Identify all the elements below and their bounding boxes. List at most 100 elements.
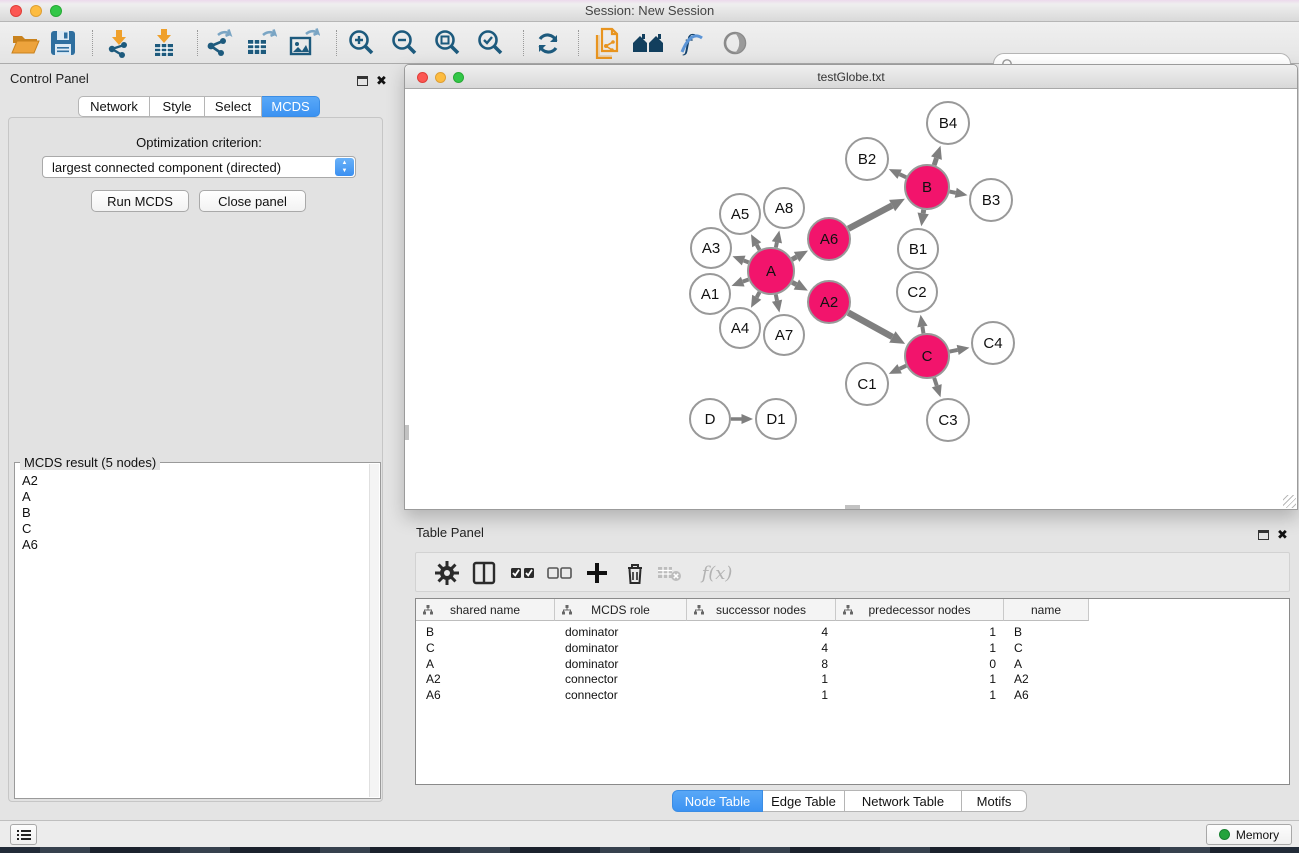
- optimization-criterion-select[interactable]: largest connected component (directed) ▲…: [42, 156, 356, 178]
- table-cell[interactable]: 1: [687, 671, 836, 687]
- edge-A2-C[interactable]: [848, 313, 892, 337]
- table-cell[interactable]: A: [416, 656, 555, 672]
- edge-B-B3[interactable]: [950, 192, 956, 193]
- add-column-icon[interactable]: [581, 557, 613, 589]
- edge-A6-B[interactable]: [848, 206, 892, 229]
- control-panel-float-icon[interactable]: [357, 73, 368, 91]
- tab-node-table[interactable]: Node Table: [672, 790, 763, 812]
- delete-column-icon[interactable]: [619, 557, 651, 589]
- edge-C-C2[interactable]: [922, 327, 923, 334]
- result-list-item[interactable]: A: [22, 489, 369, 505]
- network-canvas[interactable]: B4B2BB3A8A5A6A3B1AC2A1A2A4A7C4CC1DD1C3: [405, 89, 1297, 509]
- result-list-item[interactable]: B: [22, 505, 369, 521]
- vertical-scroll-nub[interactable]: [405, 425, 409, 440]
- network-window-titlebar[interactable]: testGlobe.txt: [405, 65, 1297, 89]
- edge-A-A3[interactable]: [744, 261, 749, 263]
- delete-table-icon[interactable]: [654, 557, 686, 589]
- new-network-from-selection-icon[interactable]: [590, 27, 624, 59]
- tab-style[interactable]: Style: [150, 96, 205, 117]
- eye-icon[interactable]: [718, 27, 752, 59]
- zoom-out-icon[interactable]: [387, 27, 421, 59]
- column-header-successor-nodes[interactable]: successor nodes: [687, 599, 836, 621]
- table-cell[interactable]: 8: [687, 656, 836, 672]
- table-cell[interactable]: 1: [836, 671, 1004, 687]
- refresh-layout-icon[interactable]: [531, 27, 565, 59]
- select-all-icon[interactable]: [507, 557, 539, 589]
- export-table-icon[interactable]: [244, 27, 278, 59]
- table-cell[interactable]: 4: [687, 624, 836, 640]
- table-cell[interactable]: connector: [555, 671, 687, 687]
- result-list-item[interactable]: A6: [22, 537, 369, 553]
- edge-A-A8[interactable]: [776, 242, 777, 247]
- table-panel-float-icon[interactable]: [1258, 527, 1269, 545]
- table-cell[interactable]: dominator: [555, 640, 687, 656]
- edge-B-B4[interactable]: [934, 158, 936, 165]
- window-resize-grip[interactable]: [1283, 495, 1296, 508]
- zoom-fit-icon[interactable]: [430, 27, 464, 59]
- tab-select[interactable]: Select: [205, 96, 262, 117]
- deselect-all-icon[interactable]: [544, 557, 576, 589]
- zoom-selected-icon[interactable]: [473, 27, 507, 59]
- edge-C-C4[interactable]: [950, 350, 958, 352]
- table-cell[interactable]: C: [1004, 640, 1089, 656]
- table-cell[interactable]: A6: [416, 687, 555, 703]
- edge-A-A2[interactable]: [792, 282, 796, 284]
- table-cell[interactable]: A6: [1004, 687, 1089, 703]
- node-table[interactable]: shared nameMCDS rolesuccessor nodesprede…: [415, 598, 1290, 785]
- export-image-icon[interactable]: [287, 27, 321, 59]
- table-cell[interactable]: A2: [1004, 671, 1089, 687]
- edge-A-A6[interactable]: [792, 257, 797, 260]
- edge-A-A1[interactable]: [743, 279, 749, 281]
- export-network-icon[interactable]: [201, 27, 235, 59]
- table-cell[interactable]: 1: [836, 640, 1004, 656]
- edge-A-A7[interactable]: [776, 295, 777, 301]
- open-browser-icon[interactable]: [631, 27, 665, 59]
- edge-A-A4[interactable]: [757, 292, 760, 297]
- control-panel-close-icon[interactable]: ✖: [376, 72, 387, 90]
- save-session-icon[interactable]: [46, 27, 80, 59]
- mcds-result-list[interactable]: A2ABCA6: [16, 473, 369, 797]
- run-mcds-button[interactable]: Run MCDS: [91, 190, 189, 212]
- table-cell[interactable]: A2: [416, 671, 555, 687]
- tab-network[interactable]: Network: [78, 96, 150, 117]
- column-header-shared-name[interactable]: shared name: [416, 599, 555, 621]
- result-list-item[interactable]: A2: [22, 473, 369, 489]
- function-builder-icon[interactable]: f(x): [694, 557, 740, 589]
- tab-mcds[interactable]: MCDS: [262, 96, 320, 117]
- column-header-MCDS-role[interactable]: MCDS role: [555, 599, 687, 621]
- zoom-in-icon[interactable]: [344, 27, 378, 59]
- table-cell[interactable]: 1: [836, 624, 1004, 640]
- result-scrollbar[interactable]: [369, 464, 379, 797]
- edge-C-C3[interactable]: [934, 378, 937, 386]
- edge-C-C1[interactable]: [900, 366, 907, 369]
- import-table-icon[interactable]: [148, 27, 182, 59]
- tab-network-table[interactable]: Network Table: [845, 790, 962, 812]
- open-session-icon[interactable]: [8, 27, 42, 59]
- edge-A-A5[interactable]: [757, 245, 760, 250]
- network-graph[interactable]: B4B2BB3A8A5A6A3B1AC2A1A2A4A7C4CC1DD1C3: [405, 89, 1297, 509]
- tab-edge-table[interactable]: Edge Table: [763, 790, 845, 812]
- import-network-icon[interactable]: [103, 27, 137, 59]
- settings-gear-icon[interactable]: [431, 557, 463, 589]
- edge-B-B1[interactable]: [923, 210, 924, 214]
- table-cell[interactable]: 0: [836, 656, 1004, 672]
- table-cell[interactable]: 1: [687, 687, 836, 703]
- table-cell[interactable]: 4: [687, 640, 836, 656]
- table-cell[interactable]: C: [416, 640, 555, 656]
- memory-button[interactable]: Memory: [1206, 824, 1292, 845]
- edge-B-B2[interactable]: [900, 174, 907, 177]
- table-cell[interactable]: connector: [555, 687, 687, 703]
- result-list-item[interactable]: C: [22, 521, 369, 537]
- horizontal-scroll-nub[interactable]: [845, 505, 860, 509]
- column-header-name[interactable]: name: [1004, 599, 1089, 621]
- tab-motifs[interactable]: Motifs: [962, 790, 1027, 812]
- table-cell[interactable]: B: [416, 624, 555, 640]
- table-cell[interactable]: B: [1004, 624, 1089, 640]
- table-panel-close-icon[interactable]: ✖: [1277, 526, 1288, 544]
- task-history-button[interactable]: [10, 824, 37, 845]
- table-cell[interactable]: dominator: [555, 624, 687, 640]
- close-panel-button[interactable]: Close panel: [199, 190, 306, 212]
- split-table-icon[interactable]: [468, 557, 500, 589]
- table-cell[interactable]: 1: [836, 687, 1004, 703]
- show-hide-details-icon[interactable]: f: [674, 27, 708, 59]
